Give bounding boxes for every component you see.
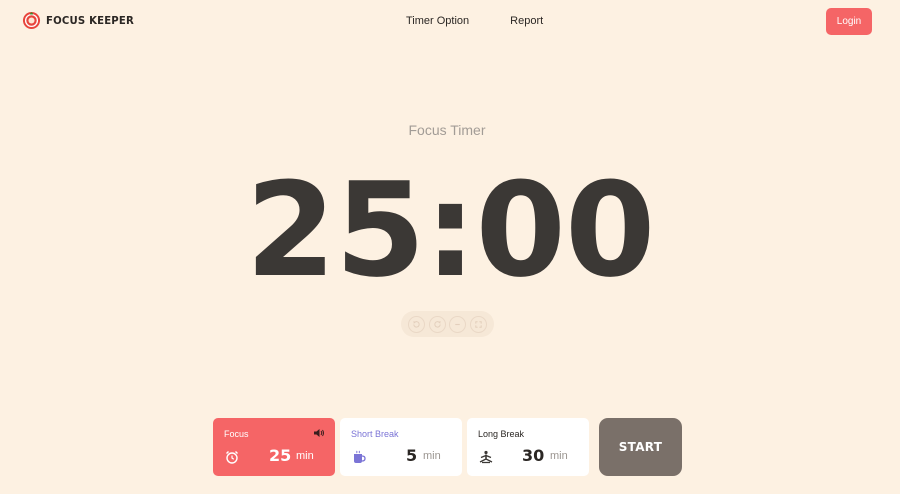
meditation-icon (479, 450, 493, 464)
timer-controls (401, 311, 494, 337)
mode-label: Focus (224, 429, 249, 439)
mode-unit: min (423, 450, 441, 462)
timer-display: 25:00 (245, 154, 656, 306)
mode-label: Long Break (478, 429, 525, 439)
coffee-cup-icon (354, 450, 366, 463)
mode-value: 5 (406, 446, 418, 465)
brand[interactable]: FOCUS KEEPER (22, 11, 142, 30)
minus-icon (455, 323, 460, 325)
mode-card-focus[interactable]: Focus 25 min (213, 418, 335, 476)
start-button[interactable]: START (599, 418, 682, 476)
mode-unit: min (296, 450, 314, 462)
mode-card-short-break[interactable]: Short Break 5 min (340, 418, 462, 476)
nav-timer-option[interactable]: Timer Option (406, 15, 469, 27)
speaker-icon[interactable] (313, 428, 325, 438)
fullscreen-button[interactable] (469, 315, 487, 333)
alarm-clock-icon (226, 451, 238, 464)
fullscreen-icon (474, 320, 482, 328)
skip-icon (434, 320, 441, 328)
login-button[interactable]: Login (826, 8, 872, 35)
reset-icon (413, 320, 421, 328)
mode-label: Short Break (351, 429, 399, 439)
mode-value: 25 (269, 446, 292, 465)
brand-name: FOCUS KEEPER (46, 14, 134, 27)
skip-button[interactable] (428, 315, 446, 333)
reset-button[interactable] (408, 315, 426, 333)
mode-value: 30 (522, 446, 545, 465)
nav-report[interactable]: Report (510, 15, 543, 27)
mode-card-long-break[interactable]: Long Break 30 min (467, 418, 589, 476)
main-nav: Timer Option Report (406, 15, 543, 27)
tomato-logo-icon (22, 11, 41, 30)
top-navbar: FOCUS KEEPER Timer Option Report Login (0, 0, 900, 44)
timer-title: Focus Timer (408, 122, 486, 138)
minus-button[interactable] (449, 315, 467, 333)
mode-unit: min (550, 450, 568, 462)
mode-cards: Focus 25 min Short Break 5 min Long Brea… (213, 418, 589, 476)
